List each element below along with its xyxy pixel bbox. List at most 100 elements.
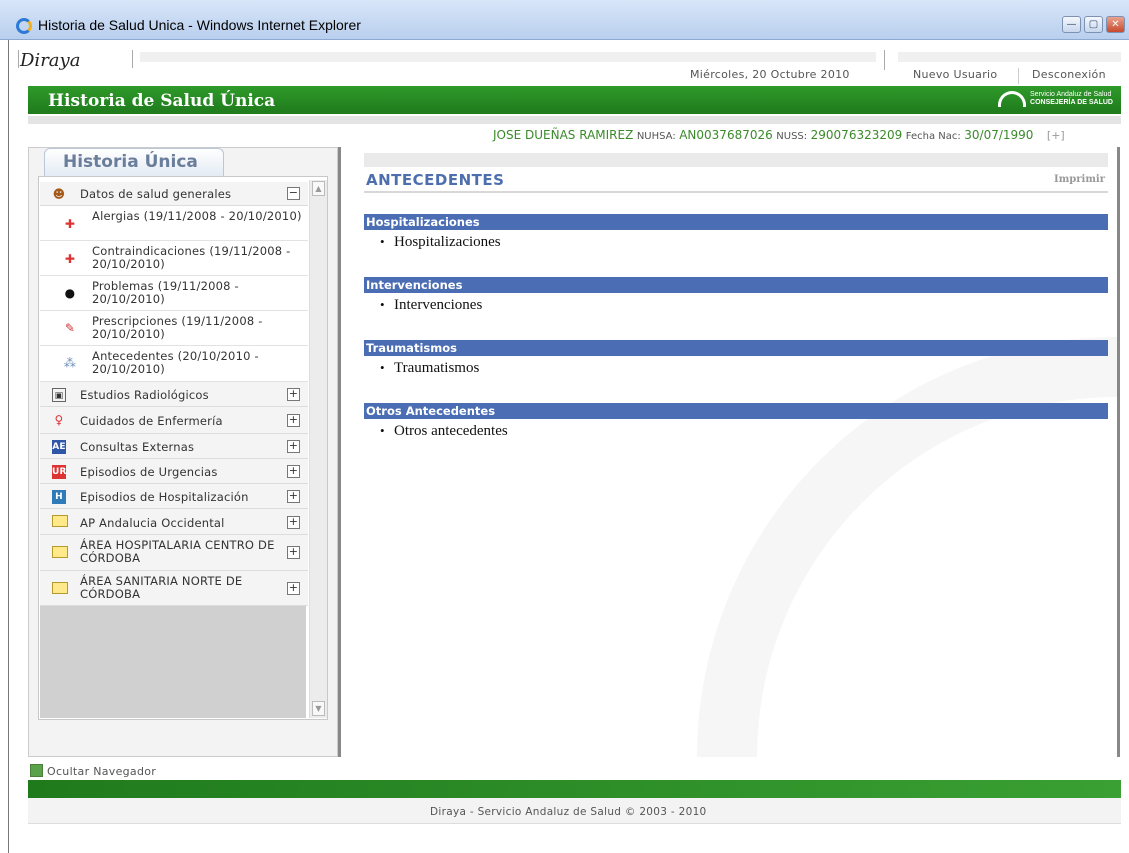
tab-historia-unica[interactable]: Historia Única bbox=[44, 148, 224, 176]
nuss-label: NUSS: bbox=[776, 131, 808, 142]
nurse-icon: ♀ bbox=[54, 413, 64, 427]
nav-group-label: Datos de salud generales bbox=[80, 187, 232, 201]
header-bar bbox=[140, 52, 876, 62]
dob-label: Fecha Nac: bbox=[905, 131, 961, 142]
expand-toggle[interactable]: + bbox=[287, 490, 300, 503]
section-heading-otros-antecedentes: Otros Antecedentes bbox=[364, 403, 1108, 419]
radiology-icon: ▣ bbox=[52, 388, 66, 402]
folder-icon bbox=[52, 582, 68, 594]
print-link[interactable]: Imprimir bbox=[1054, 174, 1105, 185]
window-titlebar: Historia de Salud Unica - Windows Intern… bbox=[0, 0, 1129, 40]
ie-icon bbox=[16, 18, 32, 34]
sidebar-item-problemas[interactable]: ● Problemas (19/11/2008 - 20/10/2010) bbox=[40, 276, 308, 311]
sas-logo: Servicio Andaluz de Salud CONSEJERÍA DE … bbox=[998, 91, 1113, 107]
problem-icon: ● bbox=[64, 286, 76, 300]
sidebar-item-episodios-hospitalizacion[interactable]: H Episodios de Hospitalización + bbox=[40, 484, 308, 509]
sidebar-item-consultas-externas[interactable]: AE Consultas Externas + bbox=[40, 434, 308, 459]
diraya-logo: Diraya bbox=[20, 50, 81, 71]
expand-toggle[interactable]: + bbox=[287, 440, 300, 453]
sidebar-item-label: Prescripciones (19/11/2008 - 20/10/2010) bbox=[92, 314, 263, 341]
sidebar-item-ap-andalucia-occidental[interactable]: AP Andalucia Occidental + bbox=[40, 509, 308, 535]
window-title: Historia de Salud Unica - Windows Intern… bbox=[38, 17, 361, 33]
sas-logo-icon bbox=[998, 91, 1027, 107]
sidebar-item-label: Consultas Externas bbox=[80, 440, 195, 454]
header-band bbox=[28, 116, 1121, 124]
header-divider bbox=[18, 50, 19, 68]
expand-toggle[interactable]: + bbox=[287, 414, 300, 427]
folder-icon bbox=[52, 515, 68, 527]
navigator-scrollbar[interactable]: ▲ ▼ bbox=[309, 180, 327, 718]
new-user-link[interactable]: Nuevo Usuario bbox=[913, 68, 997, 81]
scroll-down-arrow[interactable]: ▼ bbox=[312, 701, 325, 716]
header-divider bbox=[1018, 68, 1019, 84]
expand-toggle[interactable]: + bbox=[287, 582, 300, 595]
sidebar-item-label: Cuidados de Enfermería bbox=[80, 414, 223, 428]
expand-toggle[interactable]: + bbox=[287, 546, 300, 559]
expand-toggle[interactable]: + bbox=[287, 465, 300, 478]
header-divider bbox=[132, 50, 133, 68]
sidebar-item-estudios-radiologicos[interactable]: ▣ Estudios Radiológicos + bbox=[40, 382, 308, 407]
main-content: ANTECEDENTES Imprimir Hospitalizaciones … bbox=[342, 147, 1120, 757]
list-item: Hospitalizaciones bbox=[380, 234, 501, 251]
sidebar-item-area-sanitaria-norte-cordoba[interactable]: ÁREA SANITARIA NORTE DE CÓRDOBA + bbox=[40, 571, 308, 606]
section-heading-traumatismos: Traumatismos bbox=[364, 340, 1108, 356]
sidebar-item-cuidados-enfermeria[interactable]: ♀ Cuidados de Enfermería + bbox=[40, 407, 308, 434]
sidebar-item-label: Alergias (19/11/2008 - 20/10/2010) bbox=[92, 209, 302, 223]
header-bar bbox=[898, 52, 1121, 62]
list-item: Otros antecedentes bbox=[380, 423, 508, 440]
sidebar-item-label: ÁREA SANITARIA NORTE DE CÓRDOBA bbox=[80, 574, 243, 601]
org-line1: Servicio Andaluz de Salud bbox=[1030, 91, 1112, 98]
list-item: Traumatismos bbox=[380, 360, 479, 377]
app-title: Historia de Salud Única bbox=[48, 91, 276, 111]
hide-navigator-icon bbox=[30, 764, 43, 777]
collapse-toggle[interactable]: − bbox=[287, 187, 300, 200]
expand-toggle[interactable]: + bbox=[287, 388, 300, 401]
sidebar-item-label: Contraindicaciones (19/11/2008 - 20/10/2… bbox=[92, 244, 291, 271]
ur-icon: UR bbox=[52, 465, 67, 479]
footer-bar bbox=[28, 780, 1121, 798]
navigator-empty-area bbox=[40, 606, 306, 718]
section-heading-hospitalizaciones: Hospitalizaciones bbox=[364, 214, 1108, 230]
sidebar-item-contraindicaciones[interactable]: ✚ Contraindicaciones (19/11/2008 - 20/10… bbox=[40, 241, 308, 276]
sidebar-item-label: Episodios de Urgencias bbox=[80, 465, 218, 479]
scroll-up-arrow[interactable]: ▲ bbox=[312, 181, 325, 196]
nav-group-datos-salud[interactable]: ☻ Datos de salud generales − bbox=[40, 182, 308, 206]
allergy-icon: ✚ bbox=[64, 217, 76, 231]
header-divider bbox=[884, 50, 885, 70]
sidebar-item-label: AP Andalucia Occidental bbox=[80, 516, 225, 530]
expand-toggle[interactable]: + bbox=[287, 516, 300, 529]
current-date: Miércoles, 20 Octubre 2010 bbox=[690, 68, 850, 81]
org-line2: CONSEJERÍA DE SALUD bbox=[1030, 99, 1113, 106]
content-toolbar bbox=[364, 153, 1108, 167]
hide-navigator-label: Ocultar Navegador bbox=[47, 765, 157, 778]
patient-name: JOSE DUEÑAS RAMIREZ bbox=[493, 128, 634, 142]
maximize-button[interactable]: ▢ bbox=[1084, 16, 1103, 33]
nuhsa-value: AN0037687026 bbox=[679, 128, 773, 142]
pane-splitter[interactable] bbox=[338, 147, 341, 757]
section-heading-intervenciones: Intervenciones bbox=[364, 277, 1108, 293]
close-button[interactable]: ✕ bbox=[1106, 16, 1125, 33]
contraindication-icon: ✚ bbox=[64, 252, 76, 266]
page-title: ANTECEDENTES bbox=[366, 171, 505, 189]
sidebar-item-label: Antecedentes (20/10/2010 - 20/10/2010) bbox=[92, 349, 259, 376]
patient-icon: ☻ bbox=[52, 187, 66, 201]
sidebar-item-area-hospitalaria-cordoba[interactable]: ÁREA HOSPITALARIA CENTRO DE CÓRDOBA + bbox=[40, 535, 308, 571]
minimize-button[interactable]: — bbox=[1062, 16, 1081, 33]
nuhsa-label: NUHSA: bbox=[636, 131, 676, 142]
hide-navigator-link[interactable]: Ocultar Navegador bbox=[30, 764, 156, 778]
patient-expand-button[interactable]: [+] bbox=[1047, 129, 1065, 142]
ae-icon: AE bbox=[52, 440, 66, 454]
sidebar-item-label: Episodios de Hospitalización bbox=[80, 490, 249, 504]
logout-link[interactable]: Desconexión bbox=[1032, 68, 1106, 81]
app-title-bar: Historia de Salud Única Servicio Andaluz… bbox=[28, 86, 1121, 114]
background-watermark bbox=[697, 337, 1117, 757]
patient-info: JOSE DUEÑAS RAMIREZ NUHSA: AN0037687026 … bbox=[493, 128, 1065, 142]
sidebar-item-episodios-urgencias[interactable]: UR Episodios de Urgencias + bbox=[40, 459, 308, 484]
sidebar-item-alergias[interactable]: ✚ Alergias (19/11/2008 - 20/10/2010) bbox=[40, 206, 308, 241]
nuss-value: 290076323209 bbox=[810, 128, 903, 142]
dob-value: 30/07/1990 bbox=[964, 128, 1034, 142]
sidebar-item-antecedentes[interactable]: ⁂ Antecedentes (20/10/2010 - 20/10/2010) bbox=[40, 346, 308, 382]
prescription-icon: ✎ bbox=[64, 321, 76, 335]
sidebar-item-prescripciones[interactable]: ✎ Prescripciones (19/11/2008 - 20/10/201… bbox=[40, 311, 308, 346]
h-icon: H bbox=[52, 490, 66, 504]
